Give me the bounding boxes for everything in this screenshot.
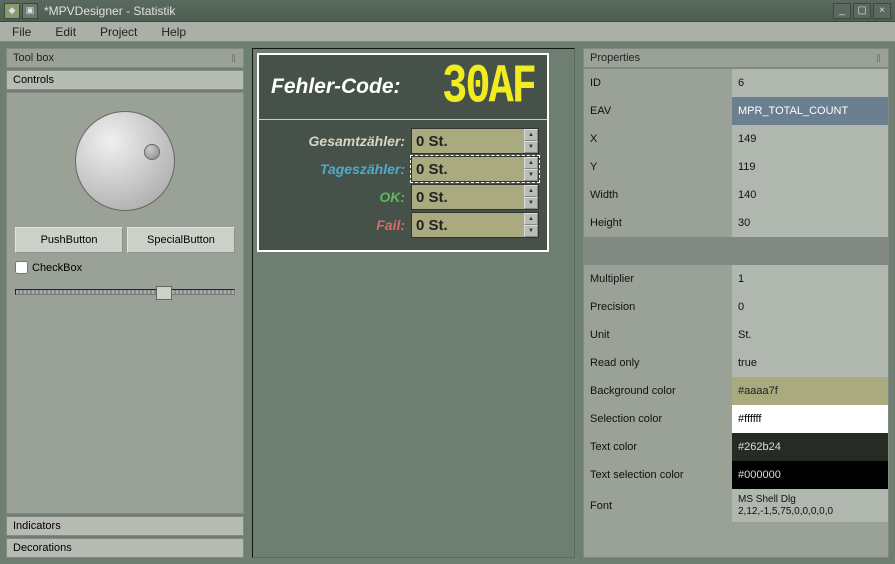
window-icon: ▣ xyxy=(22,3,38,19)
dock-grip-icon[interactable]: ⣿ xyxy=(231,54,237,62)
down-icon[interactable]: ▼ xyxy=(524,141,538,153)
gesamt-spinner[interactable]: 0 St. ▲▼ xyxy=(411,128,539,154)
decorations-section[interactable]: Decorations xyxy=(6,538,244,558)
properties-header: Properties ⣿ xyxy=(583,48,889,68)
designer-panel[interactable]: Fehler-Code: 30AF Gesamtzähler: 0 St. ▲▼… xyxy=(257,53,549,252)
toolbox-header: Tool box ⣿ xyxy=(6,48,244,68)
up-icon[interactable]: ▲ xyxy=(524,213,538,225)
prop-precision: Precision0 xyxy=(584,293,888,321)
ok-spinner[interactable]: 0 St. ▲▼ xyxy=(411,184,539,210)
prop-height: Height30 xyxy=(584,209,888,237)
prop-id: ID6 xyxy=(584,69,888,97)
prop-readonly: Read onlytrue xyxy=(584,349,888,377)
menu-file[interactable]: File xyxy=(8,23,35,41)
design-canvas[interactable]: Fehler-Code: 30AF Gesamtzähler: 0 St. ▲▼… xyxy=(252,48,575,558)
prop-font: FontMS Shell Dlg 2,12,-1,5,75,0,0,0,0,0 xyxy=(584,489,888,522)
fail-label: Fail: xyxy=(267,217,405,233)
fehler-code-value: 30AF xyxy=(442,56,535,118)
checkbox-input[interactable] xyxy=(15,261,28,274)
specialbutton-control[interactable]: SpecialButton xyxy=(127,227,235,253)
prop-x: X149 xyxy=(584,125,888,153)
tages-spinner[interactable]: 0 St. ▲▼ xyxy=(411,156,539,182)
menu-edit[interactable]: Edit xyxy=(51,23,80,41)
prop-width: Width140 xyxy=(584,181,888,209)
menu-project[interactable]: Project xyxy=(96,23,141,41)
menubar: File Edit Project Help xyxy=(0,22,895,42)
maximize-button[interactable]: ▢ xyxy=(853,3,871,19)
ok-label: OK: xyxy=(267,189,405,205)
tages-label: Tageszähler: xyxy=(267,161,405,177)
up-icon[interactable]: ▲ xyxy=(524,129,538,141)
dock-grip-icon[interactable]: ⣿ xyxy=(876,54,882,62)
prop-tselcolor: Text selection color#000000 xyxy=(584,461,888,489)
prop-unit: UnitSt. xyxy=(584,321,888,349)
app-icon: ◆ xyxy=(4,3,20,19)
prop-multiplier: Multiplier1 xyxy=(584,265,888,293)
indicators-section[interactable]: Indicators xyxy=(6,516,244,536)
fehler-code-label: Fehler-Code: xyxy=(271,75,401,99)
titlebar: ◆ ▣ *MPVDesigner - Statistik _ ▢ × xyxy=(0,0,895,22)
minimize-button[interactable]: _ xyxy=(833,3,851,19)
pushbutton-control[interactable]: PushButton xyxy=(15,227,123,253)
properties-table: ID6 EAVMPR_TOTAL_COUNT X149 Y119 Width14… xyxy=(584,69,888,523)
menu-help[interactable]: Help xyxy=(157,23,190,41)
window-title: *MPVDesigner - Statistik xyxy=(44,4,833,18)
fail-spinner[interactable]: 0 St. ▲▼ xyxy=(411,212,539,238)
up-icon[interactable]: ▲ xyxy=(524,185,538,197)
up-icon[interactable]: ▲ xyxy=(524,157,538,169)
down-icon[interactable]: ▼ xyxy=(524,169,538,181)
prop-eav: EAVMPR_TOTAL_COUNT xyxy=(584,97,888,125)
slider-control[interactable] xyxy=(15,284,235,300)
controls-section[interactable]: Controls xyxy=(6,70,244,90)
down-icon[interactable]: ▼ xyxy=(524,225,538,237)
slider-thumb[interactable] xyxy=(156,286,172,300)
prop-y: Y119 xyxy=(584,153,888,181)
gesamt-label: Gesamtzähler: xyxy=(267,133,405,149)
controls-body: PushButton SpecialButton CheckBox xyxy=(6,92,244,514)
dial-control[interactable] xyxy=(75,111,175,211)
checkbox-control[interactable]: CheckBox xyxy=(15,261,235,274)
down-icon[interactable]: ▼ xyxy=(524,197,538,209)
prop-bgcolor: Background color#aaaa7f xyxy=(584,377,888,405)
close-button[interactable]: × xyxy=(873,3,891,19)
prop-selcolor: Selection color#ffffff xyxy=(584,405,888,433)
prop-textcolor: Text color#262b24 xyxy=(584,433,888,461)
